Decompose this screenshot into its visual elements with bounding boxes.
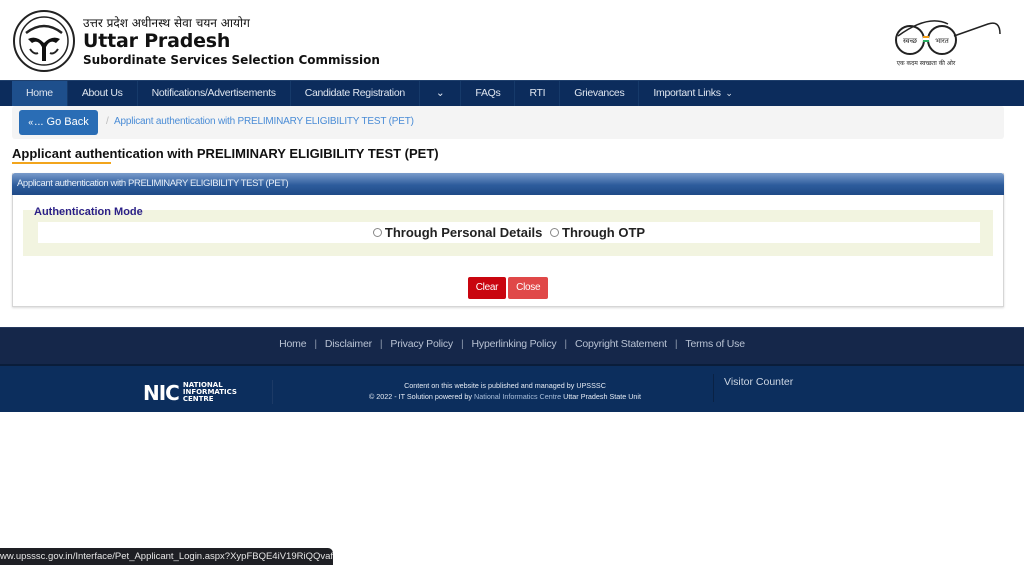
brand-block: उत्तर प्रदेश अधीनस्थ सेवा चयन आयोग Uttar…	[83, 15, 380, 68]
chevron-down-icon: ⌄	[725, 88, 733, 98]
hindi-title: उत्तर प्रदेश अधीनस्थ सेवा चयन आयोग	[83, 16, 250, 30]
go-back-label: ... Go Back	[34, 116, 89, 128]
footer-link-terms[interactable]: Terms of Use	[685, 338, 745, 350]
breadcrumb-separator: /	[106, 116, 109, 127]
footer-link-hyperlinking-policy[interactable]: Hyperlinking Policy	[472, 338, 557, 350]
up-government-emblem-icon	[13, 10, 75, 72]
clear-button[interactable]: Clear	[467, 277, 507, 299]
site-title: Uttar Pradesh	[83, 30, 231, 52]
nic-line-3: CENTRE	[182, 395, 214, 403]
footer-info: NIC NATIONAL INFORMATICS CENTRE Content …	[0, 364, 1024, 412]
nav-item-rti[interactable]: RTI	[515, 81, 561, 106]
authentication-panel: Applicant authentication with PRELIMINAR…	[12, 173, 1004, 307]
authentication-mode-legend: Authentication Mode	[34, 206, 143, 218]
nav-item-faqs[interactable]: FAQs	[461, 81, 516, 106]
credit-suffix: Uttar Pradesh State Unit	[561, 392, 642, 401]
footer-divider: |	[314, 338, 317, 350]
browser-status-url: ww.upsssc.gov.in/Interface/Pet_Applicant…	[0, 548, 333, 565]
swachh-left-text: स्वच्छ	[903, 37, 918, 45]
nav-item-important-links[interactable]: Important Links ⌄	[639, 81, 746, 106]
site-header: उत्तर प्रदेश अधीनस्थ सेवा चयन आयोग Uttar…	[0, 0, 1024, 80]
footer-link-home[interactable]: Home	[279, 338, 306, 350]
footer-link-privacy-policy[interactable]: Privacy Policy	[390, 338, 453, 350]
double-left-arrow-icon: «	[28, 117, 34, 127]
footer-divider: |	[674, 338, 678, 350]
footer-divider-vertical	[272, 380, 273, 404]
nav-item-about-us[interactable]: About Us	[68, 81, 138, 106]
credit-line-1: Content on this website is published and…	[404, 381, 606, 390]
nic-link[interactable]: National Informatics Centre	[474, 392, 561, 401]
title-underline	[12, 162, 111, 164]
radio-otp-label[interactable]: Through OTP	[562, 225, 645, 240]
swachh-right-text: भारत	[935, 37, 950, 45]
panel-actions: Clear Close	[13, 277, 1003, 299]
visitor-counter: Visitor Counter	[724, 376, 794, 388]
page-title: Applicant authentication with PRELIMINAR…	[12, 146, 439, 161]
radio-personal-details[interactable]	[372, 228, 382, 238]
nic-logo-text: NATIONAL INFORMATICS CENTRE	[183, 382, 237, 403]
credit-prefix: © 2022 - IT Solution powered by	[368, 392, 475, 401]
breadcrumb-current: Applicant authentication with PRELIMINAR…	[114, 116, 414, 127]
swachh-tagline: एक कदम स्वच्छता की ओर	[897, 59, 956, 67]
site-subtitle: Subordinate Services Selection Commissio…	[83, 53, 380, 67]
credit-line-2: © 2022 - IT Solution powered by National…	[300, 391, 710, 402]
breadcrumb: «... Go Back / Applicant authentication …	[12, 106, 1004, 139]
footer-credit: Content on this website is published and…	[300, 380, 710, 402]
footer-divider-vertical	[713, 374, 714, 402]
radio-otp[interactable]	[550, 228, 560, 238]
nav-item-grievances[interactable]: Grievances	[560, 81, 640, 106]
nav-item-dropdown-chevron-icon[interactable]: ⌄	[420, 81, 462, 106]
radio-personal-details-label[interactable]: Through Personal Details	[385, 225, 542, 240]
footer-divider: |	[564, 338, 567, 350]
authentication-mode-fieldset: Authentication Mode Through Personal Det…	[23, 206, 993, 256]
main-nav: Home About Us Notifications/Advertisemen…	[0, 80, 1024, 106]
swachh-bharat-logo-icon: स्वच्छ भारत एक कदम स्वच्छता की ओर	[895, 20, 1001, 67]
authentication-mode-options: Through Personal Details Through OTP	[38, 222, 980, 243]
nav-item-home[interactable]: Home	[12, 81, 68, 106]
close-button[interactable]: Close	[508, 277, 549, 299]
footer-link-disclaimer[interactable]: Disclaimer	[325, 338, 372, 350]
important-links-label: Important Links	[653, 87, 721, 99]
footer-divider: |	[460, 338, 464, 350]
footer-link-copyright[interactable]: Copyright Statement	[575, 338, 667, 350]
footer-links: Home | Disclaimer | Privacy Policy | Hyperlink…	[0, 328, 1024, 360]
go-back-button[interactable]: «... Go Back	[19, 110, 98, 135]
footer-divider: |	[379, 338, 383, 350]
nav-item-candidate-registration[interactable]: Candidate Registration	[291, 81, 420, 106]
nav-item-notifications[interactable]: Notifications/Advertisements	[138, 81, 291, 106]
nic-logo-icon: NIC	[143, 380, 180, 405]
panel-heading: Applicant authentication with PRELIMINAR…	[12, 173, 1004, 195]
footer-links-bar: Home | Disclaimer | Privacy Policy | Hyperlink…	[0, 327, 1024, 364]
nic-logo[interactable]: NIC NATIONAL INFORMATICS CENTRE	[143, 382, 237, 403]
